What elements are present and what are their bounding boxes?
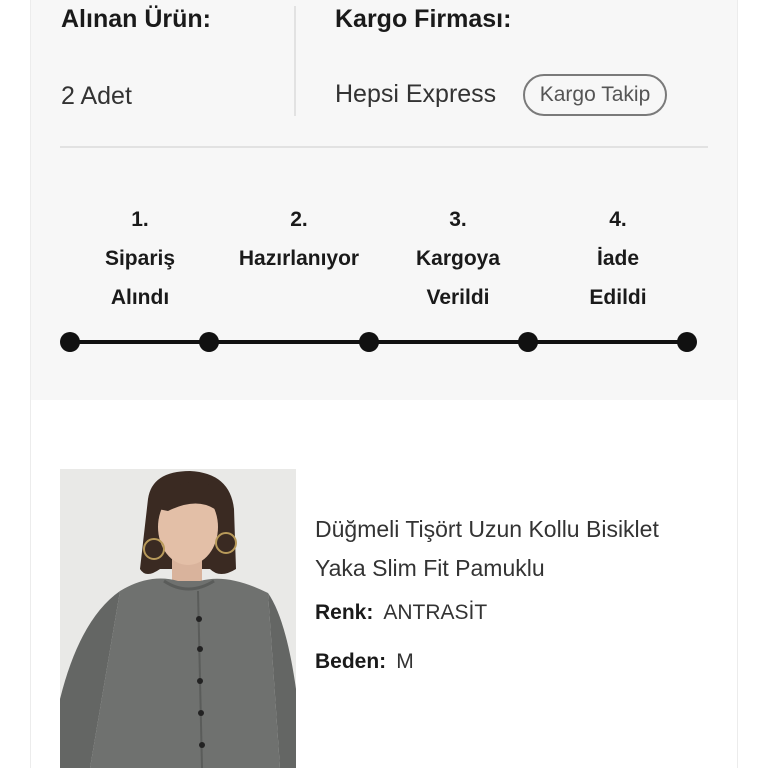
received-items-title: Alınan Ürün: xyxy=(61,5,211,33)
step-preparing: 2. Hazırlanıyor xyxy=(224,200,374,278)
progress-dot xyxy=(518,332,538,352)
model-photo-icon xyxy=(60,469,296,768)
horizontal-divider xyxy=(60,146,708,148)
progress-track-line xyxy=(70,340,688,344)
cargo-company-title: Kargo Firması: xyxy=(335,5,512,33)
product-name[interactable]: Düğmeli Tişört Uzun Kollu Bisiklet Yaka … xyxy=(315,510,715,588)
step-number: 3. xyxy=(449,208,467,231)
product-image[interactable] xyxy=(60,469,296,768)
step-returned: 4. İade Edildi xyxy=(543,200,693,317)
size-label: Beden: xyxy=(315,650,387,673)
progress-dot xyxy=(359,332,379,352)
progress-dot xyxy=(677,332,697,352)
step-label-line2: Edildi xyxy=(589,286,647,309)
product-name-line2: Yaka Slim Fit Pamuklu xyxy=(315,555,545,581)
product-size: Beden: M xyxy=(315,650,414,674)
step-number: 2. xyxy=(290,208,308,231)
color-value: ANTRASİT xyxy=(383,601,488,624)
vertical-divider xyxy=(294,6,296,116)
step-number: 1. xyxy=(131,208,149,231)
step-label-line1: Sipariş xyxy=(104,247,176,270)
cargo-track-button[interactable]: Kargo Takip xyxy=(523,74,667,116)
received-items-value: 2 Adet xyxy=(61,82,132,110)
cargo-company-value: Hepsi Express xyxy=(335,80,497,108)
step-label-line1: İade xyxy=(596,247,640,270)
product-name-line1: Düğmeli Tişört Uzun Kollu Bisiklet xyxy=(315,516,659,542)
progress-dot xyxy=(199,332,219,352)
step-shipped: 3. Kargoya Verildi xyxy=(383,200,533,317)
step-order-received: 1. Sipariş Alındı xyxy=(65,200,215,317)
step-label-line2: Alındı xyxy=(110,286,170,309)
step-label-line2: Verildi xyxy=(426,286,490,309)
product-color: Renk: ANTRASİT xyxy=(315,601,487,625)
step-label-line1: Kargoya xyxy=(415,247,501,270)
progress-dot xyxy=(60,332,80,352)
color-label: Renk: xyxy=(315,601,374,624)
step-label-line1: Hazırlanıyor xyxy=(238,247,360,270)
step-number: 4. xyxy=(609,208,627,231)
size-value: M xyxy=(396,650,414,673)
